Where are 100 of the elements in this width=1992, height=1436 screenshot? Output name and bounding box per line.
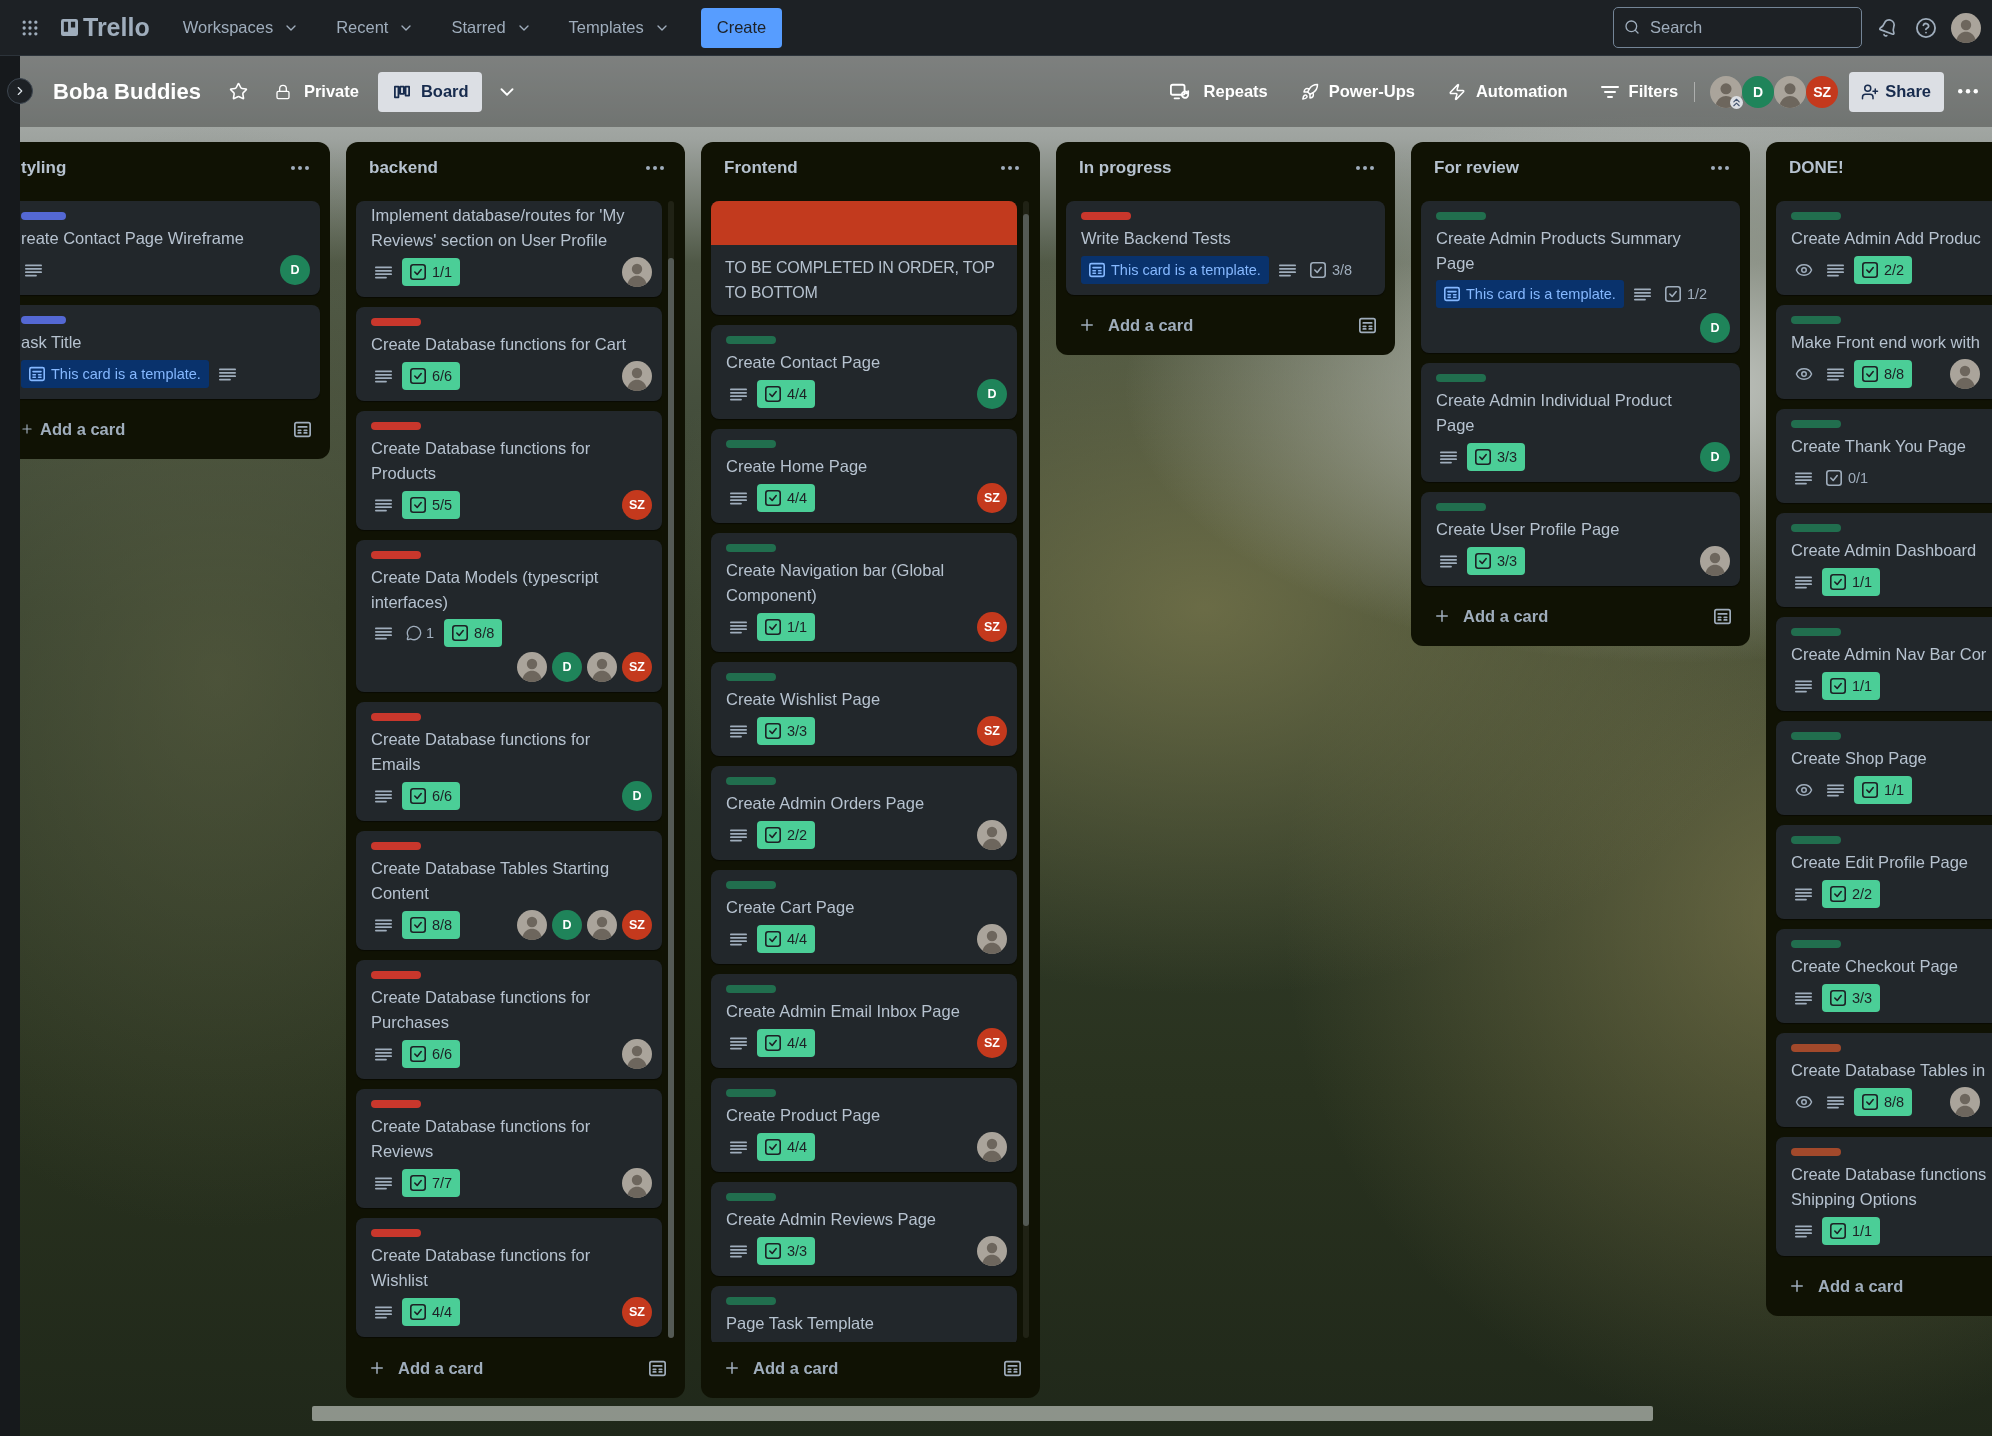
nav-dropdown-button[interactable]: Templates <box>556 11 682 44</box>
create-button[interactable]: Create <box>700 7 783 48</box>
card-template-icon <box>1358 316 1376 334</box>
nav-dropdown-button[interactable]: Recent <box>324 11 427 44</box>
task-card[interactable]: Create Database functions for Purchases 6/6 <box>356 960 662 1079</box>
task-card[interactable]: Create Data Models (typescript interfaces) 1 8/8 D SZ <box>356 540 662 692</box>
add-card-button[interactable]: Add a card <box>1776 1266 1992 1306</box>
checklist-count: 3/8 <box>1331 262 1353 278</box>
add-card-button[interactable]: Add a card <box>1066 305 1345 345</box>
nav-dropdown-button[interactable]: Workspaces <box>170 11 312 44</box>
task-card[interactable]: Create Cart Page 4/4 <box>711 870 1017 964</box>
more-icon <box>1001 166 1019 170</box>
task-card[interactable]: Create Contact Page 4/4 D <box>711 325 1017 419</box>
task-card[interactable]: reate Contact Page Wireframe D <box>20 201 320 295</box>
task-card[interactable]: Create Database functions for Products 5/5 SZ <box>356 411 662 530</box>
member-avatar: D <box>280 255 310 285</box>
list-title: Frontend <box>724 158 799 178</box>
card-title: Create Checkout Page <box>1791 956 1959 977</box>
card-title: Create Contact Page <box>726 352 882 373</box>
header-action-button[interactable]: Automation <box>1439 75 1576 108</box>
header-action-button[interactable]: Power-Ups <box>1292 75 1423 108</box>
task-card[interactable]: Create Admin Email Inbox Page 4/4 SZ <box>711 974 1017 1068</box>
list-title: tyling <box>21 158 68 178</box>
board-columns-icon <box>393 83 410 100</box>
checklist-icon <box>1862 366 1878 382</box>
task-card[interactable]: Create Database functions for Reviews 7/7 <box>356 1089 662 1208</box>
plus-icon <box>1433 607 1451 625</box>
task-card[interactable]: ask Title This card is a template. <box>20 305 320 399</box>
member-avatar[interactable]: D <box>1742 75 1775 108</box>
home-logo-link[interactable]: Trello <box>57 11 154 44</box>
task-card[interactable]: Create Database Tables in 8/8 <box>1776 1033 1992 1127</box>
task-card[interactable]: Create Thank You Page 0/1 <box>1776 409 1992 503</box>
share-button[interactable]: Share <box>1849 71 1944 112</box>
board-logo-icon <box>61 19 78 36</box>
board-view-button[interactable]: Board <box>377 71 482 112</box>
task-card[interactable]: Create Admin Reviews Page 3/3 <box>711 1182 1017 1276</box>
task-card[interactable]: Implement database/routes for 'My Reviews' section on User Profile 1/1 <box>356 201 662 297</box>
checklist-icon <box>1830 990 1846 1006</box>
checklist-icon <box>765 386 781 402</box>
task-card[interactable]: Create Admin Orders Page 2/2 <box>711 766 1017 860</box>
task-card[interactable]: Create Admin Nav Bar Cor 1/1 <box>1776 617 1992 711</box>
plus-icon <box>1078 316 1096 334</box>
task-card[interactable]: Make Front end work with 8/8 <box>1776 305 1992 399</box>
checklist-count: 8/8 <box>1884 1094 1905 1110</box>
rocket-icon <box>1300 82 1319 101</box>
task-card[interactable]: Create Admin Products Summary Page This card is a template. 1/2 D <box>1421 201 1740 353</box>
task-card[interactable]: Create Database Tables Starting Content 8/8 D SZ <box>356 831 662 950</box>
horizontal-scrollbar[interactable] <box>311 1406 1653 1421</box>
task-card[interactable]: Create Checkout Page 3/3 <box>1776 929 1992 1023</box>
task-card[interactable]: Create Navigation bar (Global Component) 1/1 SZ <box>711 533 1017 652</box>
add-card-button[interactable]: Add a card <box>20 409 280 449</box>
checklist-icon <box>410 1046 426 1062</box>
member-avatar[interactable]: SZ <box>1806 75 1839 108</box>
search-field[interactable]: Search <box>1613 7 1862 48</box>
task-card[interactable]: Create Admin Add Produc 2/2 <box>1776 201 1992 295</box>
task-card[interactable]: Create Database functions for Cart 6/6 <box>356 307 662 401</box>
task-card[interactable]: Create Wishlist Page 3/3 SZ <box>711 662 1017 756</box>
task-card[interactable]: Create Database functions for Emails 6/6 D <box>356 702 662 821</box>
task-card[interactable]: Create Admin Dashboard 1/1 <box>1776 513 1992 607</box>
plus-icon <box>1788 1277 1806 1295</box>
checklist-icon <box>765 619 781 635</box>
person-avatar-icon[interactable] <box>1710 75 1743 108</box>
task-card[interactable]: Write Backend Tests This card is a template. 3/8 <box>1066 201 1385 295</box>
task-card[interactable]: Create Product Page 4/4 <box>711 1078 1017 1172</box>
checklist-icon <box>1830 886 1846 902</box>
task-card[interactable]: Create Home Page 4/4 SZ <box>711 429 1017 523</box>
header-action-button[interactable]: Filters <box>1592 75 1687 108</box>
task-card[interactable]: Create User Profile Page 3/3 <box>1421 492 1740 586</box>
card-title: ask Title <box>21 332 83 353</box>
person-avatar-icon <box>977 820 1007 850</box>
task-card[interactable]: Create Admin Individual Product Page 3/3 D <box>1421 363 1740 482</box>
account-avatar-icon[interactable] <box>1951 12 1981 43</box>
checklist-icon <box>1862 1094 1878 1110</box>
template-badge-text: This card is a template. <box>1111 262 1261 278</box>
add-card-button[interactable]: Add a card <box>1421 596 1700 636</box>
checklist-count: 0/1 <box>1848 470 1869 486</box>
task-card[interactable]: Create Database functions Shipping Options 1/1 <box>1776 1137 1992 1256</box>
task-card[interactable]: Page Task Template <box>711 1286 1017 1342</box>
checklist-icon <box>1475 553 1491 569</box>
nav-dropdown-button[interactable]: Starred <box>439 11 544 44</box>
task-card[interactable]: Create Shop Page 1/1 <box>1776 721 1992 815</box>
checklist-count: 8/8 <box>432 917 453 933</box>
task-card[interactable]: Create Database functions for Wishlist 4/4 SZ <box>356 1218 662 1337</box>
checklist-icon <box>1862 262 1878 278</box>
task-card[interactable]: TO BE COMPLETED IN ORDER, TOP TO BOTTOM <box>711 201 1017 315</box>
card-template-icon <box>293 420 311 438</box>
add-card-button[interactable]: Add a card <box>356 1348 635 1388</box>
add-person-icon <box>1861 82 1880 101</box>
header-action-button[interactable]: Repeats <box>1161 75 1276 108</box>
member-avatar: SZ <box>622 490 652 520</box>
add-card-button[interactable]: Add a card <box>711 1348 990 1388</box>
card-title: Create Admin Email Inbox Page <box>726 1001 961 1022</box>
visibility-button[interactable]: Private <box>266 75 367 108</box>
checklist-count: 1/1 <box>432 264 453 280</box>
help-icon <box>1916 17 1936 38</box>
task-card[interactable]: Create Edit Profile Page 2/2 <box>1776 825 1992 919</box>
card-title: Implement database/routes for 'My Reviews' section on User Profile <box>371 205 626 251</box>
checklist-icon <box>1664 286 1681 302</box>
card-title: Create Admin Orders Page <box>726 793 926 814</box>
card-title: Create Navigation bar (Global Component) <box>726 560 946 606</box>
